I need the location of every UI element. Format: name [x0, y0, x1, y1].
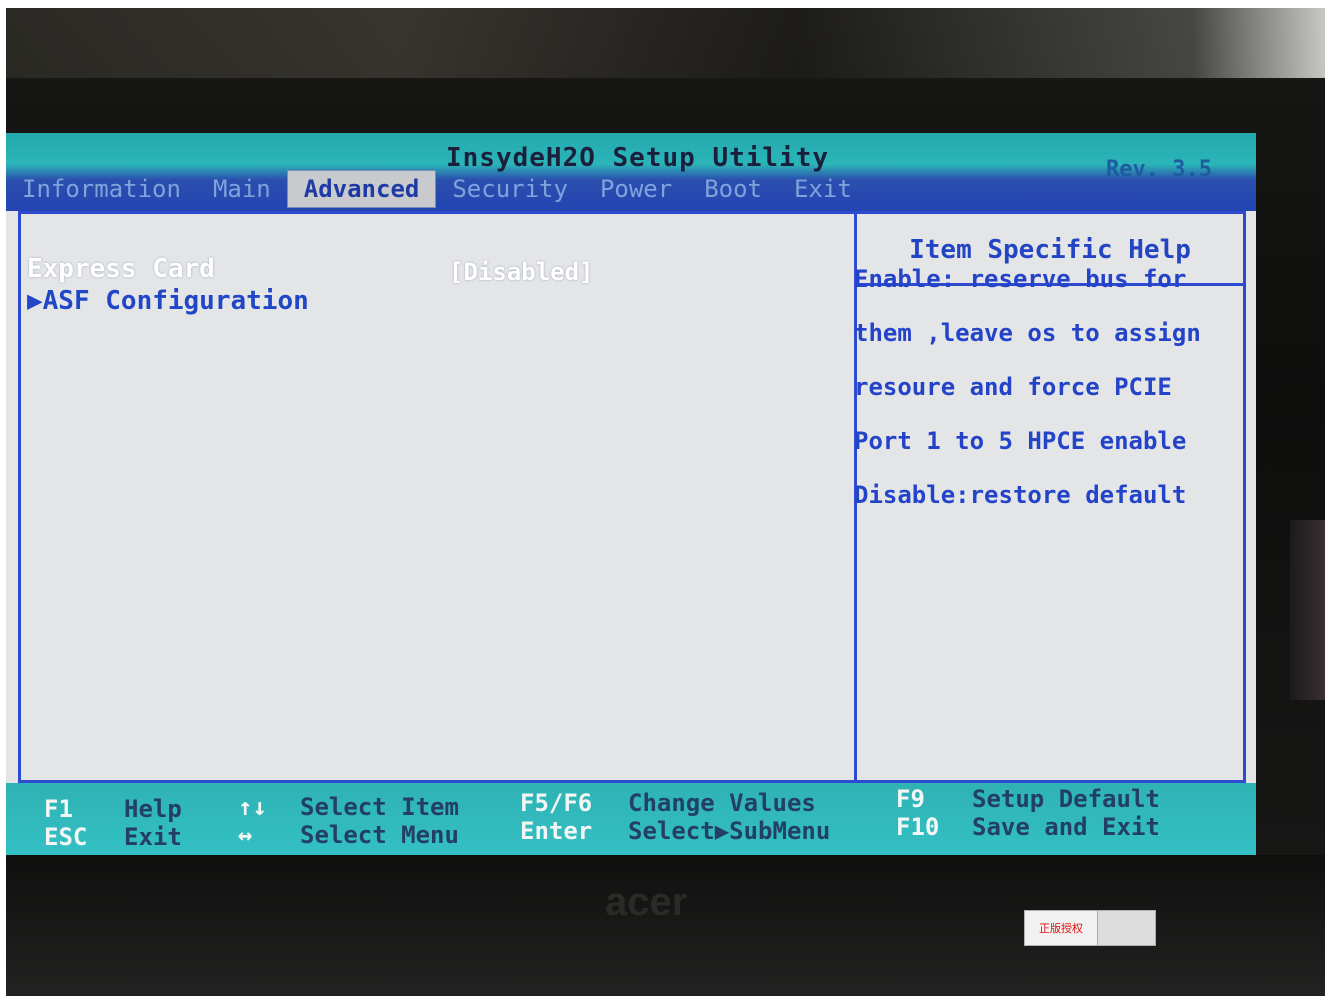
menu-power[interactable]: Power: [584, 171, 688, 207]
menu-boot[interactable]: Boot: [688, 171, 778, 207]
acer-logo: acer: [605, 880, 688, 924]
menu-exit[interactable]: Exit: [778, 171, 868, 207]
help-line: Port 1 to 5 HPCE enable: [854, 427, 1187, 455]
key-f10: F10: [896, 813, 940, 841]
key-f5f6: F5/F6: [520, 789, 593, 817]
key-f9-desc: Setup Default: [972, 785, 1160, 813]
license-sticker: 正版授权: [1024, 910, 1156, 946]
header-bar: InsydeH2O Setup Utility Rev. 3.5 Informa…: [6, 133, 1256, 211]
help-line: Disable:restore default: [854, 481, 1187, 509]
key-esc: ESC: [44, 823, 88, 851]
help-line: them ,leave os to assign: [854, 319, 1201, 347]
key-f1-desc: Help: [124, 795, 182, 823]
settings-panel: Express Card [Disabled] ▶ASF Configurati…: [21, 214, 857, 780]
key-updown: ↑↓: [238, 793, 267, 821]
asf-configuration-item[interactable]: ▶ASF Configuration: [27, 286, 309, 316]
key-f10-desc: Save and Exit: [972, 813, 1160, 841]
help-text: Enable: reserve bus for them ,leave os t…: [854, 239, 1226, 536]
footer-keys: F1 Help ESC Exit ↑↓ Select Item ↔ Select…: [6, 783, 1256, 855]
bios-screen: InsydeH2O Setup Utility Rev. 3.5 Informa…: [6, 133, 1256, 855]
key-updown-desc: Select Item: [300, 793, 459, 821]
key-f9: F9: [896, 785, 925, 813]
sticker-code: [1097, 911, 1155, 945]
key-esc-desc: Exit: [124, 823, 182, 851]
express-card-value[interactable]: [Disabled]: [449, 258, 594, 286]
express-card-label[interactable]: Express Card: [27, 254, 215, 284]
help-line: Enable: reserve bus for: [854, 265, 1187, 293]
key-f1: F1: [44, 795, 73, 823]
key-leftright: ↔: [238, 821, 253, 849]
key-leftright-desc: Select Menu: [300, 821, 459, 849]
background-wall: [6, 8, 1325, 78]
menu-main[interactable]: Main: [197, 171, 287, 207]
side-object: [1290, 520, 1325, 700]
sticker-text: 正版授权: [1025, 911, 1097, 945]
menu-bar: Information Main Advanced Security Power…: [6, 167, 1256, 211]
help-line: resoure and force PCIE: [854, 373, 1172, 401]
key-enter-desc: Select▶SubMenu: [628, 817, 831, 845]
menu-advanced[interactable]: Advanced: [286, 170, 437, 208]
menu-information[interactable]: Information: [6, 171, 197, 207]
menu-security[interactable]: Security: [436, 171, 584, 207]
key-f5f6-desc: Change Values: [628, 789, 816, 817]
key-enter: Enter: [520, 817, 593, 845]
